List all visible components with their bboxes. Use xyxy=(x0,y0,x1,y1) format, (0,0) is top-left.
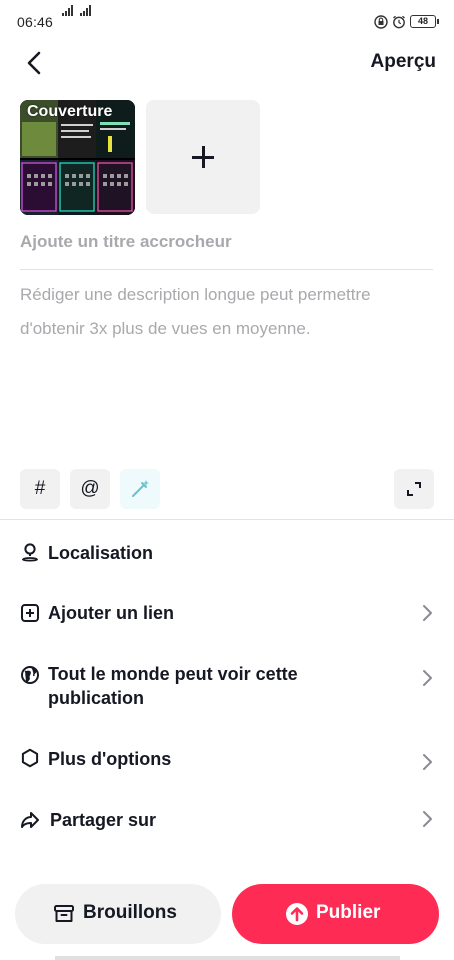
divider xyxy=(20,269,433,270)
ai-wand-button[interactable] xyxy=(120,469,160,509)
more-options-row[interactable]: Plus d'options xyxy=(0,746,454,772)
publish-button[interactable]: Publier xyxy=(232,884,439,944)
chevron-right-icon xyxy=(423,670,432,686)
drafts-button[interactable]: Brouillons xyxy=(15,884,221,944)
cover-thumbnail[interactable]: Couverture xyxy=(20,100,135,215)
mention-button[interactable]: @ xyxy=(70,469,110,509)
add-media-button[interactable] xyxy=(146,100,260,214)
add-link-row[interactable]: Ajouter un lien xyxy=(0,600,454,626)
gear-icon xyxy=(21,748,39,768)
expand-icon xyxy=(407,482,421,496)
publish-label: Publier xyxy=(316,902,381,923)
share-arrow-icon xyxy=(21,812,39,828)
archive-box-icon xyxy=(54,905,74,922)
back-icon[interactable] xyxy=(20,48,50,78)
drafts-label: Brouillons xyxy=(83,902,177,923)
location-row[interactable]: Localisation xyxy=(0,540,454,566)
battery-level: 48 xyxy=(417,16,428,26)
status-bar: 06:46 48 xyxy=(0,0,454,44)
home-indicator xyxy=(55,956,400,960)
location-label: Localisation xyxy=(48,543,154,563)
add-link-label: Ajouter un lien xyxy=(48,603,174,623)
location-pin-icon xyxy=(21,543,39,562)
chevron-right-icon xyxy=(423,811,432,827)
lock-rotation-icon xyxy=(374,15,388,29)
upload-arrow-icon xyxy=(286,903,308,925)
chevron-right-icon xyxy=(423,605,432,621)
globe-icon xyxy=(21,666,39,684)
description-input[interactable]: Rédiger une description longue peut perm… xyxy=(20,278,420,346)
privacy-row[interactable]: Tout le monde peut voir cette publicatio… xyxy=(0,662,454,712)
title-input[interactable]: Ajoute un titre accrocheur xyxy=(20,232,433,258)
hashtag-button[interactable]: # xyxy=(20,469,60,509)
add-link-icon xyxy=(21,604,39,622)
header: Aperçu xyxy=(0,40,454,84)
alarm-icon xyxy=(393,15,405,29)
more-options-label: Plus d'options xyxy=(48,749,172,769)
cover-label: Couverture xyxy=(27,103,113,120)
expand-button[interactable] xyxy=(394,469,434,509)
share-row[interactable]: Partager sur xyxy=(0,807,454,833)
privacy-label: Tout le monde peut voir cette publicatio… xyxy=(48,664,298,708)
section-divider xyxy=(0,519,454,520)
preview-button[interactable]: Aperçu xyxy=(371,51,436,73)
share-label: Partager sur xyxy=(50,810,157,830)
battery-icon: 48 xyxy=(410,15,439,28)
magic-wand-icon xyxy=(132,480,149,497)
status-time: 06:46 xyxy=(17,14,54,30)
chevron-right-icon xyxy=(423,754,432,770)
